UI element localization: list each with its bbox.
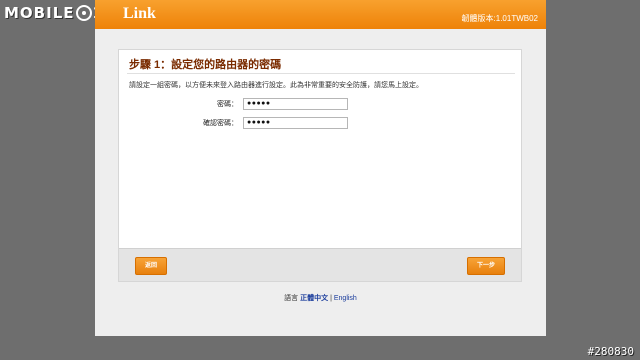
language-option-en[interactable]: English bbox=[334, 295, 357, 302]
brand-logo: Link bbox=[123, 5, 156, 22]
watermark-logo: MOBILE 1 bbox=[4, 2, 104, 24]
watermark-eye-icon bbox=[75, 5, 92, 21]
language-separator: | bbox=[330, 295, 332, 302]
setup-panel: 步驟 1：設定您的路由器的密碼 請設定一組密碼，以方便未來登入路由器進行設定。此… bbox=[118, 49, 522, 282]
instructions-text: 請設定一組密碼，以方便未來登入路由器進行設定。此為非常重要的安全防護，請您馬上設… bbox=[129, 82, 423, 89]
watermark-text-left: MOBILE bbox=[4, 4, 75, 22]
photo-id: #280830 bbox=[587, 345, 634, 358]
language-label: 語言 bbox=[284, 295, 299, 302]
panel-footer: 返回 下一步 bbox=[119, 248, 521, 281]
password-row: 密碼： ●●●●● bbox=[119, 98, 521, 110]
back-button[interactable]: 返回 bbox=[135, 257, 167, 275]
password-input[interactable]: ●●●●● bbox=[243, 98, 348, 110]
router-setup-page: Link 韌體版本:1.01TWB02 步驟 1：設定您的路由器的密碼 請設定一… bbox=[95, 0, 546, 336]
language-option-zh[interactable]: 正體中文 bbox=[300, 295, 328, 302]
title-divider bbox=[127, 73, 515, 74]
header-bar: Link 韌體版本:1.01TWB02 bbox=[95, 0, 546, 29]
confirm-password-label: 確認密碼： bbox=[203, 120, 238, 127]
confirm-password-row: 確認密碼： ●●●●● bbox=[119, 117, 521, 129]
language-selector: 語言 正體中文 | English bbox=[95, 293, 546, 303]
firmware-version: 韌體版本:1.01TWB02 bbox=[461, 14, 538, 23]
password-label: 密碼： bbox=[217, 101, 238, 108]
confirm-password-input[interactable]: ●●●●● bbox=[243, 117, 348, 129]
step-title: 步驟 1：設定您的路由器的密碼 bbox=[129, 59, 282, 71]
next-button[interactable]: 下一步 bbox=[467, 257, 505, 275]
